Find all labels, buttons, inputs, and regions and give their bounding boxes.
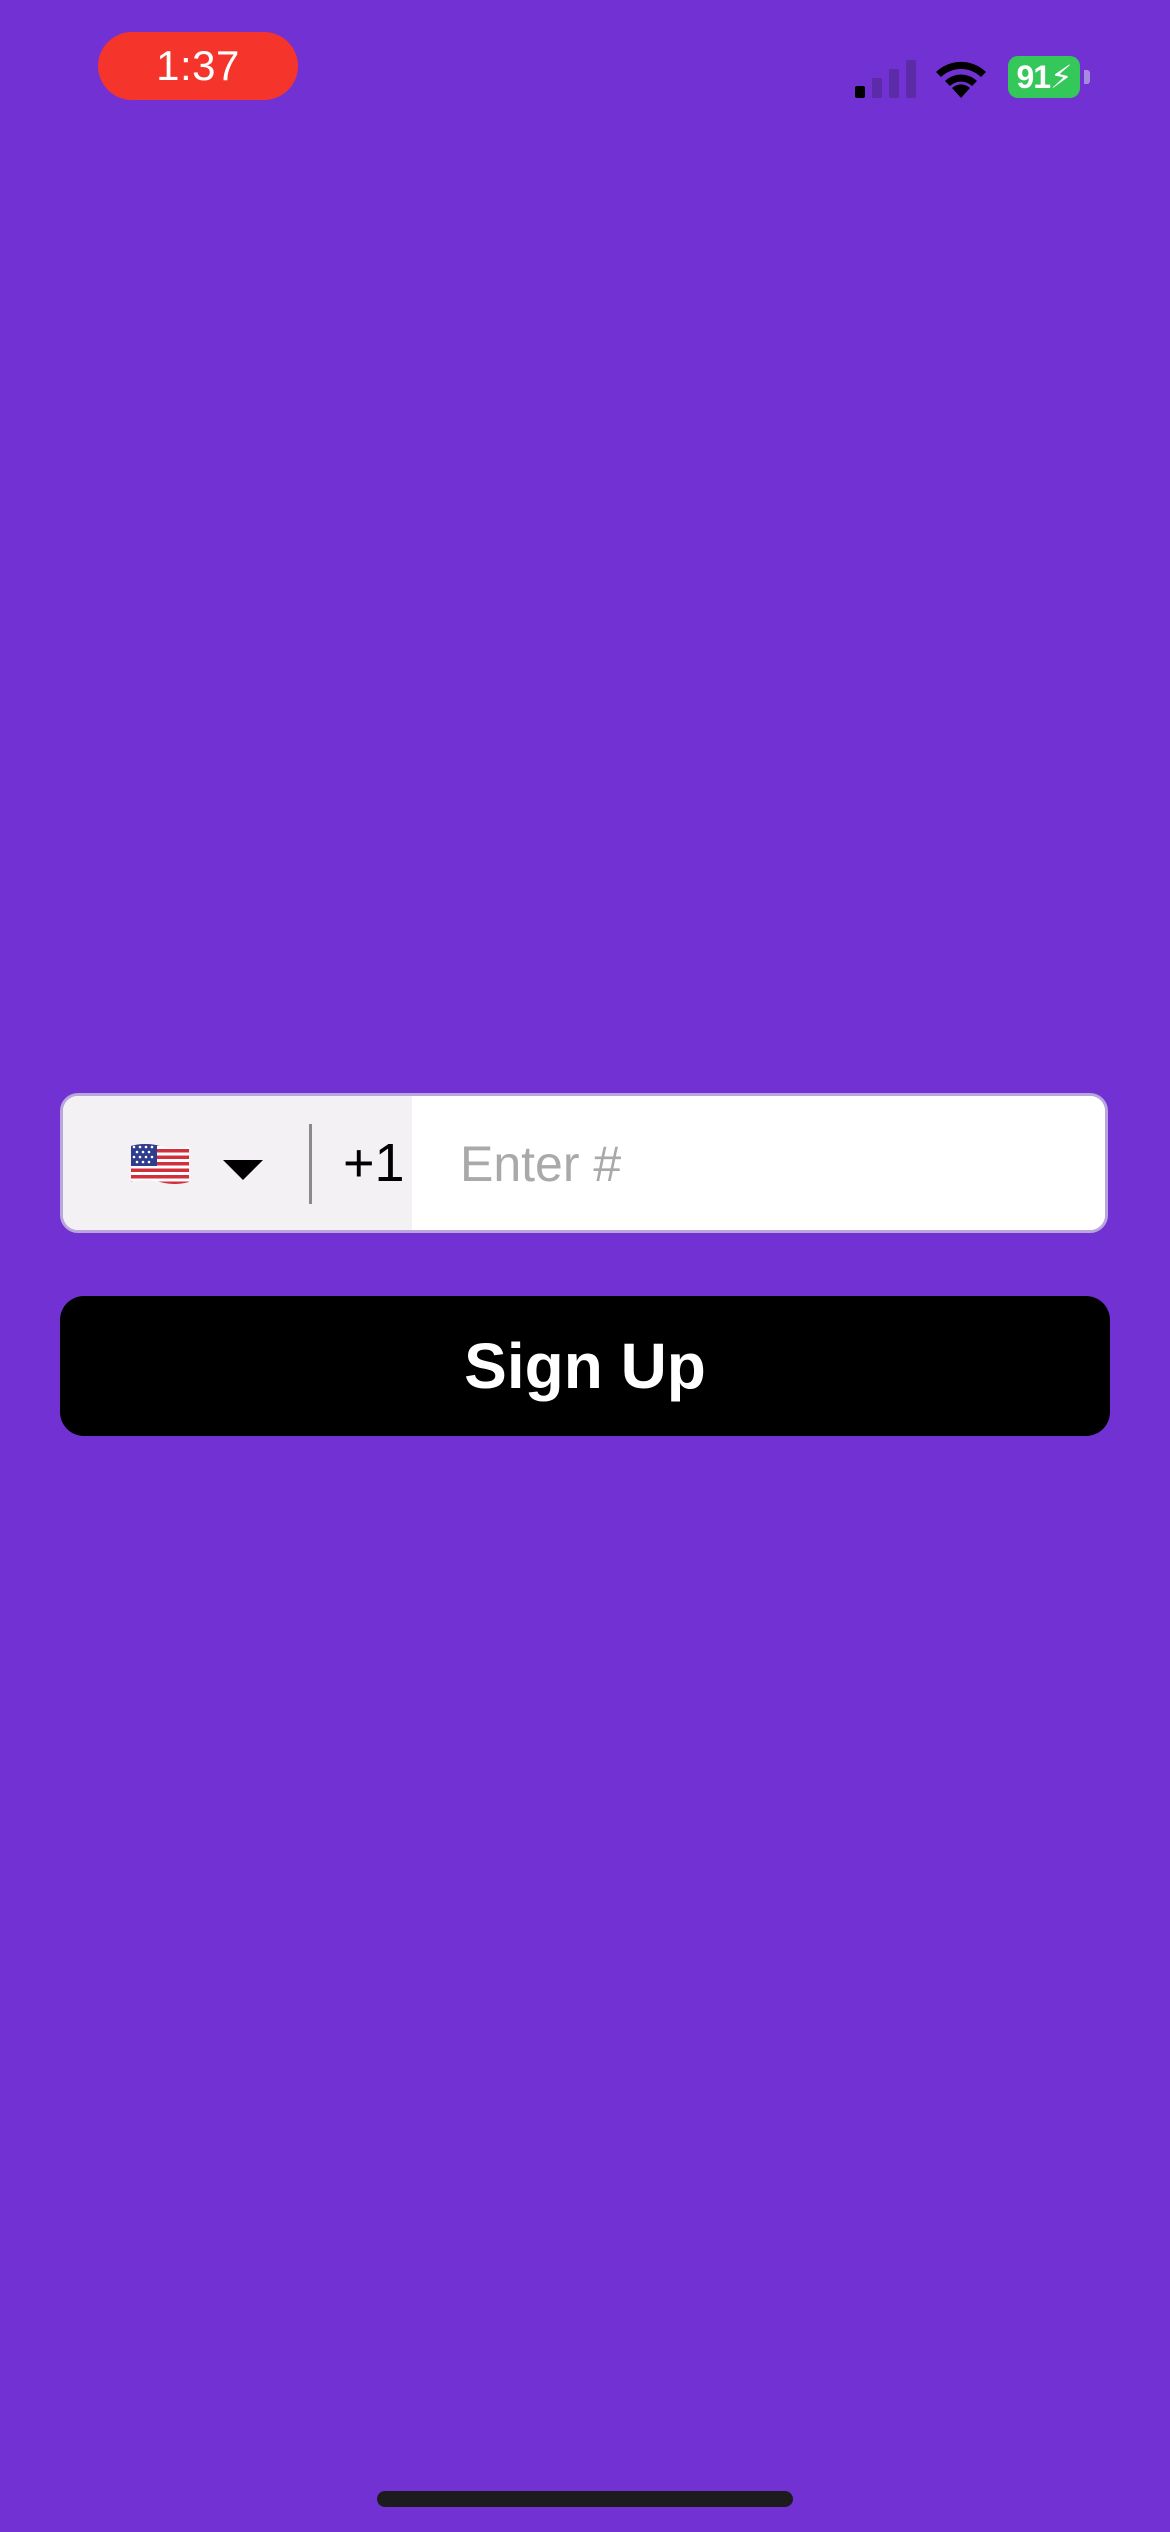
battery-indicator: 91⚡ [1008, 56, 1094, 98]
caret-down-icon[interactable] [223, 1160, 263, 1180]
country-code-picker[interactable]: +1 [63, 1096, 412, 1230]
phone-number-input[interactable] [412, 1096, 1105, 1230]
dial-code: +1 [343, 1133, 405, 1193]
us-flag-icon [131, 1144, 189, 1184]
phone-number-field: +1 [60, 1093, 1108, 1233]
cellular-signal-icon [855, 60, 916, 98]
battery-tip [1084, 70, 1090, 84]
wifi-icon [936, 61, 986, 98]
home-indicator[interactable] [377, 2491, 793, 2507]
status-time: 1:37 [98, 32, 298, 100]
status-bar: 1:37 91⚡ [0, 0, 1170, 140]
sign-up-button[interactable]: Sign Up [60, 1296, 1110, 1436]
country-code-divider [309, 1124, 312, 1204]
battery-level: 91⚡ [1008, 56, 1080, 98]
